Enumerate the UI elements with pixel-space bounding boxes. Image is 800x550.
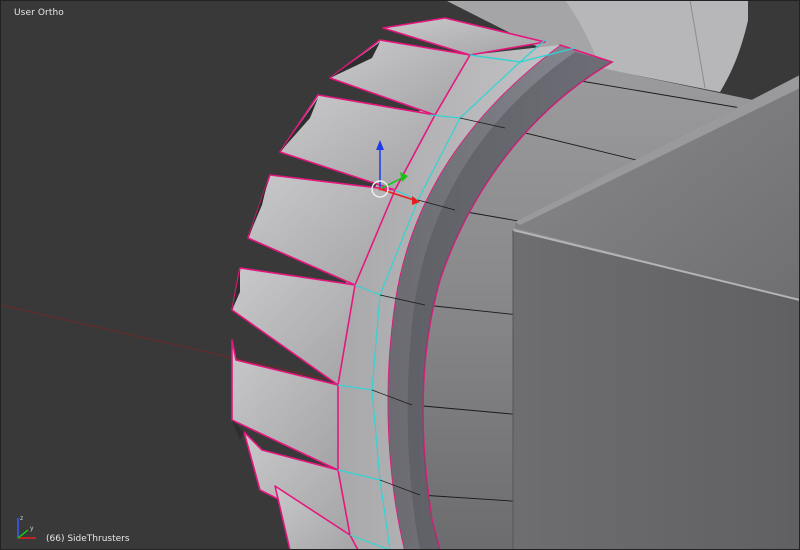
axis-orientation-icon: z y (17, 515, 36, 539)
scene-canvas[interactable] (0, 0, 800, 550)
object-info-label: (66) SideThrusters (46, 534, 130, 544)
origin-dot (378, 187, 382, 191)
svg-text:y: y (30, 525, 34, 532)
svg-text:z: z (20, 515, 23, 522)
3d-viewport[interactable]: User Ortho z y (66) SideThrusters (0, 0, 800, 550)
view-name-label: User Ortho (14, 8, 64, 18)
